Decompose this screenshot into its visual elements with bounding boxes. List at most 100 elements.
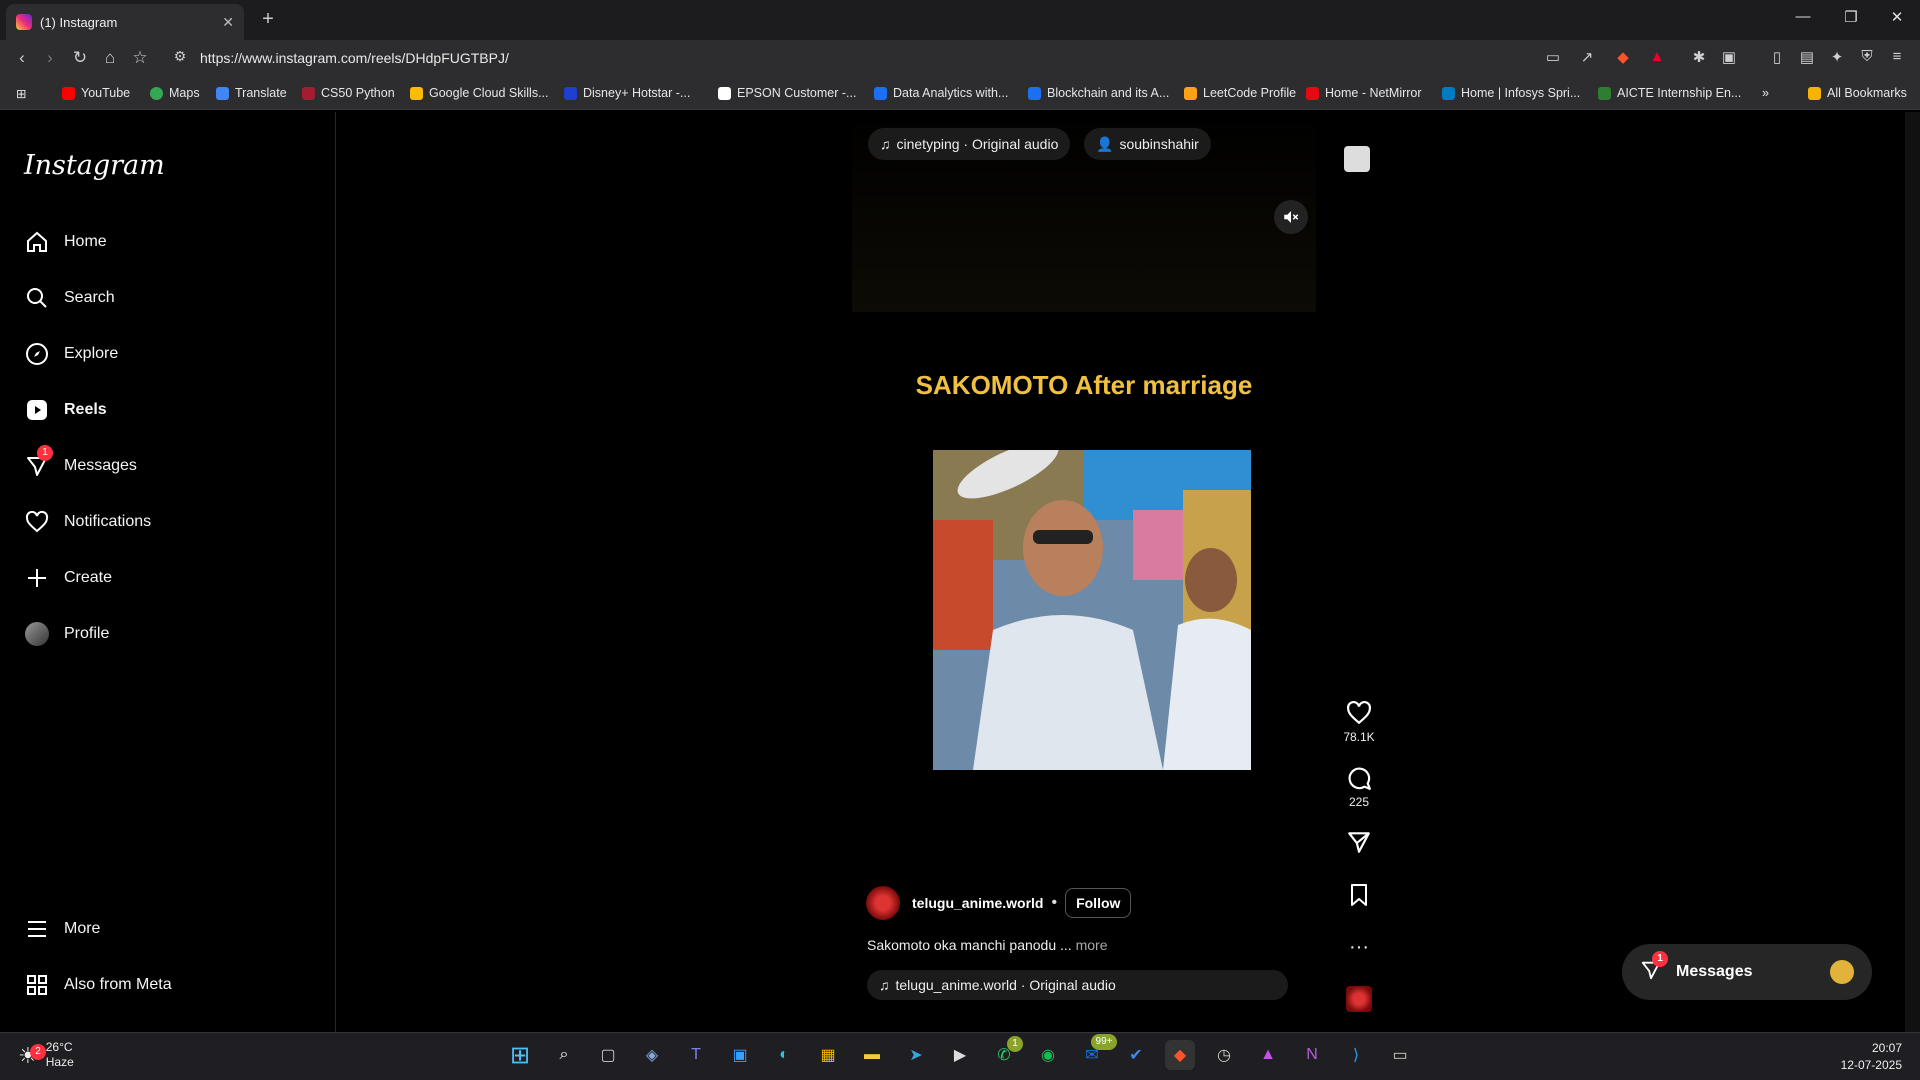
bookmark-aicte[interactable]: AICTE Internship En...: [1598, 86, 1741, 100]
telegram-icon[interactable]: ➤: [901, 1040, 931, 1070]
nav-home[interactable]: Home: [24, 229, 107, 255]
weather-icon: ☀ 2: [18, 1043, 46, 1066]
comment-icon: [1348, 767, 1371, 790]
outlook-icon[interactable]: ✉ 99+: [1077, 1034, 1117, 1070]
all-bookmarks[interactable]: All Bookmarks: [1808, 86, 1907, 100]
description-more-link[interactable]: more: [1076, 937, 1108, 953]
nav-also-from-meta[interactable]: Also from Meta: [24, 972, 172, 998]
file-explorer-icon[interactable]: ▬: [857, 1040, 887, 1070]
audio-thumbnail[interactable]: [1340, 986, 1378, 1012]
bookmark-maps[interactable]: Maps: [150, 86, 200, 100]
extensions-icon[interactable]: ✱: [1688, 48, 1710, 70]
bookmark-blockchain[interactable]: Blockchain and its A...: [1028, 86, 1169, 100]
nav-notifications[interactable]: Notifications: [24, 509, 151, 535]
author-avatar[interactable]: [866, 886, 900, 920]
microsoft-store-icon[interactable]: ▦: [813, 1040, 843, 1070]
task-view-icon[interactable]: ▢: [593, 1040, 623, 1070]
url-field[interactable]: https://www.instagram.com/reels/DHdpFUGT…: [200, 50, 509, 66]
sidebar-toggle-icon[interactable]: ▯: [1766, 48, 1788, 70]
forward-icon[interactable]: ›: [38, 48, 62, 68]
leo-ai-icon[interactable]: ✦: [1826, 48, 1848, 70]
bookmark-netmirror[interactable]: Home - NetMirror: [1306, 86, 1422, 100]
bookmark-infosys[interactable]: Home | Infosys Spri...: [1442, 86, 1580, 100]
nav-explore[interactable]: Explore: [24, 341, 118, 367]
close-tab-icon[interactable]: ✕: [222, 14, 234, 31]
follow-button[interactable]: Follow: [1065, 888, 1132, 918]
more-options-button[interactable]: ···: [1340, 936, 1378, 959]
back-icon[interactable]: ‹: [10, 48, 34, 68]
nav-more-label: More: [64, 920, 101, 937]
teams-icon[interactable]: T: [681, 1040, 711, 1070]
wallet-icon[interactable]: ▤: [1796, 48, 1818, 70]
spotify-icon[interactable]: ◉: [1033, 1040, 1063, 1070]
bookmark-cs50[interactable]: CS50 Python: [302, 86, 395, 100]
more-bookmarks-icon[interactable]: »: [1762, 86, 1769, 100]
apps-icon[interactable]: ⊞: [16, 86, 26, 101]
taskbar-clock[interactable]: 20:07 12-07-2025: [1841, 1040, 1902, 1074]
original-audio-bar[interactable]: ♫ telugu_anime.world · Original audio: [867, 970, 1288, 1000]
reload-icon[interactable]: ↻: [68, 48, 92, 68]
clock-app-icon[interactable]: ◷: [1209, 1040, 1239, 1070]
bookmark-data-analytics[interactable]: Data Analytics with...: [874, 86, 1008, 100]
nav-notifications-label: Notifications: [64, 513, 152, 530]
restore-icon[interactable]: ❐: [1828, 8, 1874, 26]
instagram-logo[interactable]: Instagram: [24, 150, 165, 181]
share-button[interactable]: [1340, 829, 1378, 855]
bookmark-page-icon[interactable]: ☆: [128, 48, 152, 68]
tagged-user-pill[interactable]: 👤 soubinshahir: [1084, 128, 1211, 160]
bookmark-google-cloud[interactable]: Google Cloud Skills...: [410, 86, 549, 100]
brave-rewards-icon[interactable]: ▲: [1646, 48, 1668, 70]
home-button-icon[interactable]: ⌂: [98, 48, 122, 68]
reel-author-row: telugu_anime.world • Follow: [866, 886, 1132, 920]
reel-thumbnail-icon[interactable]: [1344, 146, 1370, 172]
bookmark-translate[interactable]: Translate: [216, 86, 287, 100]
nav-more[interactable]: More: [24, 916, 100, 942]
terminal-icon[interactable]: ▭: [1385, 1040, 1415, 1070]
bookmark-leetcode[interactable]: LeetCode Profile: [1184, 86, 1296, 100]
nav-messages[interactable]: 1 Messages: [24, 445, 137, 479]
copilot-icon[interactable]: ◈: [637, 1040, 667, 1070]
save-button[interactable]: [1340, 882, 1378, 908]
nav-reels[interactable]: Reels: [24, 397, 107, 423]
close-window-icon[interactable]: ✕: [1874, 8, 1920, 26]
browser-tab-instagram[interactable]: (1) Instagram ✕: [6, 4, 244, 40]
messages-float-label: Messages: [1676, 963, 1753, 980]
whatsapp-icon[interactable]: ✆ 1: [989, 1036, 1023, 1070]
minimize-icon[interactable]: —: [1780, 8, 1826, 25]
weather-widget[interactable]: ☀ 2 26°C Haze: [18, 1040, 74, 1070]
store-icon[interactable]: ▣: [725, 1040, 755, 1070]
menu-icon[interactable]: ≡: [1886, 48, 1908, 70]
site-info-icon[interactable]: ⚙: [168, 48, 192, 65]
todo-icon[interactable]: ✔: [1121, 1040, 1151, 1070]
vpn-icon[interactable]: ⛨: [1856, 48, 1878, 70]
bookmark-hotstar[interactable]: Disney+ Hotstar -...: [564, 86, 690, 100]
nav-create[interactable]: Create: [24, 565, 112, 591]
edge-icon[interactable]: ◐: [769, 1040, 799, 1070]
mute-button[interactable]: [1274, 200, 1308, 234]
vscode-icon[interactable]: ⟩: [1341, 1040, 1371, 1070]
bookmark-youtube[interactable]: YouTube: [62, 86, 130, 100]
cast-icon[interactable]: ▭: [1542, 48, 1564, 70]
author-username[interactable]: telugu_anime.world: [912, 895, 1043, 911]
media-player-icon[interactable]: ▶: [945, 1040, 975, 1070]
start-icon[interactable]: ⊞: [505, 1040, 535, 1070]
nav-search[interactable]: Search: [24, 285, 115, 311]
new-tab-button[interactable]: +: [256, 8, 280, 31]
comment-button[interactable]: 225: [1340, 765, 1378, 809]
reel-audio-pill[interactable]: ♫ cinetyping · Original audio: [868, 128, 1071, 160]
share-icon[interactable]: ↗: [1576, 48, 1598, 70]
messages-floating-button[interactable]: 1 Messages: [1622, 944, 1872, 1000]
nav-profile[interactable]: Profile: [24, 621, 109, 647]
arc-icon[interactable]: ▲: [1253, 1040, 1283, 1070]
taskbar-search-icon[interactable]: ⌕: [549, 1040, 579, 1070]
brave-browser-icon[interactable]: ◆: [1165, 1040, 1195, 1070]
brave-shields-icon[interactable]: ◆: [1612, 48, 1634, 70]
onenote-icon[interactable]: N: [1297, 1040, 1327, 1070]
like-button[interactable]: 78.1K: [1340, 700, 1378, 744]
bookmark-epson[interactable]: EPSON Customer -...: [718, 86, 856, 100]
instagram-favicon-icon: [16, 14, 32, 30]
temperature: 26°C: [45, 1040, 73, 1054]
page-scrollbar[interactable]: [1905, 112, 1920, 1032]
clock-time: 20:07: [1871, 1041, 1902, 1055]
screenshot-icon[interactable]: ▣: [1718, 48, 1740, 70]
